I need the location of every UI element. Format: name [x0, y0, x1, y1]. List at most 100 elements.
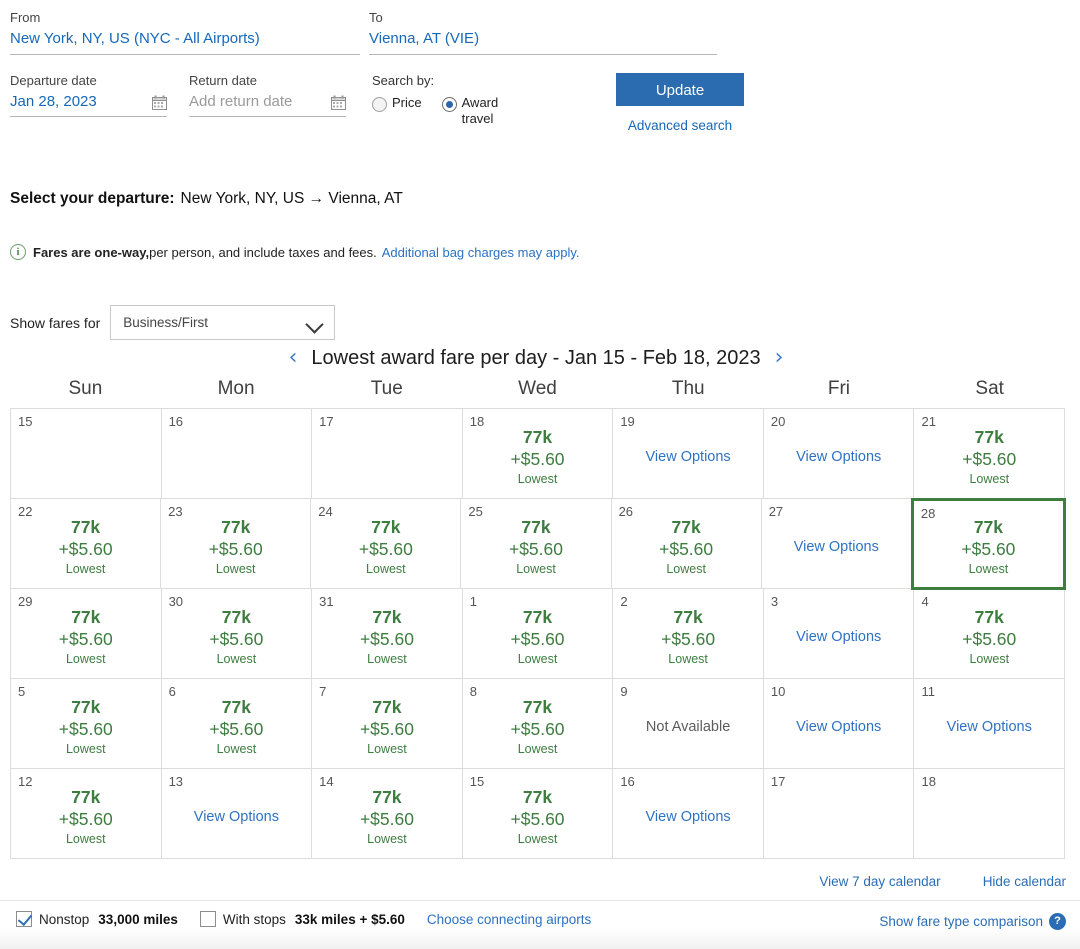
calendar-day-cell-18[interactable]: 18 77k +$5.60 Lowest — [462, 409, 614, 499]
select-departure-prefix: Select your departure: — [10, 190, 175, 207]
calendar-icon[interactable] — [331, 95, 346, 110]
calendar-day-cell-11[interactable]: 11 View Options — [914, 679, 1066, 769]
calendar-day-cell-17: 17 — [763, 769, 915, 859]
calendar-day-cell-10[interactable]: 10 View Options — [763, 679, 915, 769]
search-by-radios: Price Award travel — [372, 95, 582, 127]
nonstop-label: Nonstop — [39, 911, 90, 927]
day-cell-content: 77k +$5.60 Lowest — [312, 769, 462, 858]
fare-amount: +$5.60 — [962, 628, 1017, 649]
with-stops-checkbox[interactable] — [199, 911, 216, 927]
return-date-placeholder: Add return date — [189, 93, 293, 110]
fare-lowest-label: Lowest — [367, 741, 407, 756]
calendar-day-cell-19[interactable]: 19 View Options — [613, 409, 764, 499]
calendar-day-cell-30[interactable]: 30 77k +$5.60 Lowest — [161, 589, 313, 679]
calendar-day-cell-26[interactable]: 26 77k +$5.60 Lowest — [611, 499, 762, 589]
calendar-day-cell-14[interactable]: 14 77k +$5.60 Lowest — [312, 769, 463, 859]
nonstop-checkbox[interactable] — [16, 911, 32, 927]
view-options-link[interactable]: View Options — [194, 809, 279, 825]
day-cell-content — [11, 409, 161, 498]
show-fare-type-comparison-link[interactable]: Show fare type comparison — [879, 914, 1043, 929]
calendar-day-cell-8[interactable]: 8 77k +$5.60 Lowest — [462, 679, 614, 769]
radio-button-award-travel[interactable] — [441, 97, 457, 112]
departure-date-input[interactable]: Jan 28, 2023 — [10, 92, 167, 117]
flight-search-page: From New York, NY, US (NYC - All Airport… — [0, 0, 1080, 949]
calendar-day-cell-16[interactable]: 16 View Options — [613, 769, 764, 859]
update-button[interactable]: Update — [616, 73, 744, 106]
view-options-link[interactable]: View Options — [794, 539, 879, 555]
calendar-day-cell-29[interactable]: 29 77k +$5.60 Lowest — [11, 589, 162, 679]
calendar-day-cell-1[interactable]: 1 77k +$5.60 Lowest — [462, 589, 614, 679]
view-options-link[interactable]: View Options — [796, 449, 881, 465]
calendar-day-cell-7[interactable]: 7 77k +$5.60 Lowest — [312, 679, 463, 769]
calendar-icon[interactable] — [152, 95, 167, 110]
day-cell-content: 77k +$5.60 Lowest — [463, 589, 613, 678]
view-options-link[interactable]: View Options — [646, 809, 731, 825]
fare-lowest-label: Lowest — [65, 651, 106, 666]
return-date-input[interactable]: Add return date — [189, 92, 346, 117]
fare-miles: 77k — [372, 606, 402, 627]
departure-date-field: Departure date Jan 28, 2023 — [10, 73, 167, 117]
fare-miles: 77k — [221, 696, 251, 717]
view-options-link[interactable]: View Options — [646, 449, 731, 465]
calendar-day-cell-27[interactable]: 27 View Options — [761, 499, 912, 589]
day-cell-content: View Options — [613, 769, 763, 858]
fare-amount: +$5.60 — [359, 718, 414, 739]
calendar-footer-links: View 7 day calendar Hide calendar — [819, 874, 1066, 889]
calendar-day-cell-6[interactable]: 6 77k +$5.60 Lowest — [161, 679, 313, 769]
additional-bag-charges-link[interactable]: Additional bag charges may apply. — [382, 245, 580, 260]
fare-lowest-label: Lowest — [968, 562, 1009, 576]
hide-calendar-link[interactable]: Hide calendar — [983, 874, 1066, 889]
day-cell-content: 77k +$5.60 Lowest — [613, 589, 763, 678]
calendar-day-cell-25[interactable]: 25 77k +$5.60 Lowest — [461, 499, 612, 589]
calendar-day-cell-24[interactable]: 24 77k +$5.60 Lowest — [311, 499, 462, 589]
choose-connecting-airports-link[interactable]: Choose connecting airports — [427, 912, 591, 927]
fare-lowest-label: Lowest — [517, 651, 558, 666]
view-options-link[interactable]: View Options — [796, 629, 881, 645]
calendar-day-cell-21[interactable]: 21 77k +$5.60 Lowest — [914, 409, 1066, 499]
calendar-day-cell-4[interactable]: 4 77k +$5.60 Lowest — [914, 589, 1066, 679]
fare-miles: 77k — [521, 516, 551, 537]
calendar-day-cell-15: 15 — [11, 409, 162, 499]
calendar-day-cell-12[interactable]: 12 77k +$5.60 Lowest — [11, 769, 162, 859]
day-cell-content: 77k +$5.60 Lowest — [461, 499, 610, 588]
calendar-day-cell-20[interactable]: 20 View Options — [763, 409, 915, 499]
from-field: From New York, NY, US (NYC - All Airport… — [10, 10, 360, 55]
fare-lowest-label: Lowest — [666, 561, 706, 576]
calendar-day-cell-28[interactable]: 28 77k +$5.60 Lowest — [910, 498, 1066, 590]
view-7-day-calendar-link[interactable]: View 7 day calendar — [819, 874, 940, 889]
calendar-day-cell-31[interactable]: 31 77k +$5.60 Lowest — [312, 589, 463, 679]
calendar-week-row: 15 16 17 18 77k +$5.60 Lowest 19 View Options 20 V… — [11, 409, 1066, 499]
calendar-day-cell-22[interactable]: 22 77k +$5.60 Lowest — [11, 499, 162, 589]
calendar-day-cell-2[interactable]: 2 77k +$5.60 Lowest — [613, 589, 764, 679]
view-options-link[interactable]: View Options — [947, 719, 1032, 735]
day-cell-content — [312, 409, 462, 498]
fare-class-select[interactable]: Business/First — [110, 305, 336, 340]
radio-button-price[interactable] — [372, 97, 387, 112]
advanced-search-link[interactable]: Advanced search — [616, 118, 744, 133]
to-input[interactable]: Vienna, AT (VIE) — [369, 29, 717, 55]
day-cell-content: 77k +$5.60 Lowest — [463, 409, 613, 498]
search-form: From New York, NY, US (NYC - All Airport… — [10, 10, 1070, 133]
departure-date-label: Departure date — [10, 73, 97, 88]
radio-option-award-travel[interactable]: Award travel — [441, 95, 528, 127]
fare-miles: 77k — [372, 786, 402, 807]
fare-miles: 77k — [973, 517, 1004, 537]
calendar-week-row: 12 77k +$5.60 Lowest 13 View Options 14 77k +$5.… — [11, 769, 1066, 859]
calendar-day-cell-15[interactable]: 15 77k +$5.60 Lowest — [462, 769, 614, 859]
select-departure-route: New York, NY, US → Vienna, AT — [180, 190, 403, 207]
view-options-link[interactable]: View Options — [796, 719, 881, 735]
next-period-button[interactable]: › — [761, 345, 798, 371]
fare-lowest-label: Lowest — [366, 561, 406, 576]
day-cell-content: View Options — [764, 679, 914, 768]
calendar-day-cell-13[interactable]: 13 View Options — [161, 769, 313, 859]
day-of-week-thu: Thu — [671, 378, 705, 399]
help-icon[interactable]: ? — [1049, 913, 1066, 930]
calendar-day-cell-3[interactable]: 3 View Options — [763, 589, 915, 679]
from-input[interactable]: New York, NY, US (NYC - All Airports) — [10, 29, 360, 55]
calendar-day-cell-23[interactable]: 23 77k +$5.60 Lowest — [161, 499, 312, 589]
day-of-week-mon: Mon — [217, 378, 255, 399]
calendar-day-cell-5[interactable]: 5 77k +$5.60 Lowest — [11, 679, 162, 769]
calendar-day-cell-9[interactable]: 9 Not Available — [613, 679, 764, 769]
radio-option-price[interactable]: Price — [372, 95, 422, 127]
prev-period-button[interactable]: ‹ — [275, 345, 312, 371]
